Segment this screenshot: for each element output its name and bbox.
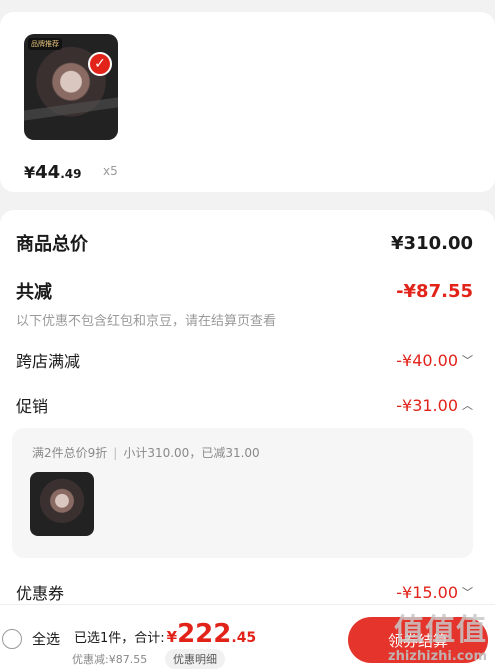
total-label: 商品总价 — [16, 234, 88, 255]
promo-product-image[interactable] — [30, 472, 94, 536]
promo-row[interactable]: 促销 -¥31.00 ︿ — [16, 393, 473, 417]
product-image[interactable]: 品牌推荐 — [24, 34, 118, 140]
coupon-value-wrap: -¥15.00 ﹀ — [396, 583, 473, 602]
promo-detail-separator: | — [113, 446, 118, 460]
chevron-down-icon[interactable]: ﹀ — [462, 352, 473, 368]
cart-item-card: 品牌推荐 ✓ ¥44.49 x5 — [0, 12, 495, 192]
select-all-radio[interactable] — [2, 629, 22, 649]
cross-store-row[interactable]: 跨店满减 -¥40.00 ﹀ — [16, 348, 473, 372]
item-quantity: x5 — [103, 164, 118, 178]
watermark-logo: 值值值 — [394, 613, 487, 648]
item-price-dec: .49 — [60, 167, 82, 181]
discount-note: 以下优惠不包含红包和京豆，请在结算页查看 — [16, 314, 277, 329]
total-value: ¥310.00 — [391, 232, 473, 254]
total-amount-symbol: ¥ — [166, 628, 178, 646]
coupon-label: 优惠券 — [16, 584, 65, 603]
chevron-up-icon[interactable]: ︿ — [462, 397, 473, 413]
product-image-tag: 品牌推荐 — [28, 38, 62, 50]
coupon-value: -¥15.00 — [396, 582, 458, 602]
total-amount-int: 222 — [177, 619, 232, 649]
select-all-label[interactable]: 全选 — [32, 629, 60, 649]
item-price-symbol: ¥ — [24, 163, 36, 182]
promo-detail-subtotal: 小计310.00，已减31.00 — [123, 446, 260, 460]
reduce-row: 共减 -¥87.55 — [16, 278, 473, 304]
coupon-row[interactable]: 优惠券 -¥15.00 ﹀ — [16, 580, 473, 604]
cross-store-value: -¥40.00 — [396, 350, 458, 370]
product-image-detail — [24, 97, 118, 121]
total-amount-dec: .45 — [231, 630, 257, 646]
promo-detail-text: 满2件总价9折 | 小计310.00，已减31.00 — [32, 444, 260, 461]
selected-count-text: 已选1件，合计: — [74, 631, 165, 646]
item-price: ¥44.49 — [24, 162, 81, 183]
reduce-value: -¥87.55 — [396, 280, 473, 302]
promo-detail-rule: 满2件总价9折 — [32, 446, 108, 460]
cross-store-label: 跨店满减 — [16, 352, 81, 371]
total-amount: ¥222.45 — [167, 619, 257, 649]
watermark: 值值值 zhizhizhi.com — [388, 605, 487, 664]
promo-detail-box: 满2件总价9折 | 小计310.00，已减31.00 — [12, 428, 473, 558]
promo-value-wrap: -¥31.00 ︿ — [396, 396, 473, 415]
item-price-int: 44 — [35, 162, 61, 183]
total-row: 商品总价 ¥310.00 — [16, 230, 473, 256]
discount-summary: 优惠减:¥87.55 — [72, 653, 148, 666]
watermark-url: zhizhizhi.com — [388, 649, 487, 664]
promo-label: 促销 — [16, 397, 49, 416]
total-sum: 已选1件，合计: ¥222.45 — [74, 619, 256, 649]
discount-detail-button[interactable]: 优惠明细 — [165, 649, 225, 669]
price-summary-card: 商品总价 ¥310.00 共减 -¥87.55 以下优惠不包含红包和京豆，请在结… — [0, 210, 495, 670]
chevron-down-icon[interactable]: ﹀ — [462, 584, 473, 600]
item-selected-check-icon[interactable]: ✓ — [88, 52, 112, 76]
cross-store-value-wrap: -¥40.00 ﹀ — [396, 351, 473, 370]
reduce-label: 共减 — [16, 282, 52, 303]
promo-value: -¥31.00 — [396, 395, 458, 415]
